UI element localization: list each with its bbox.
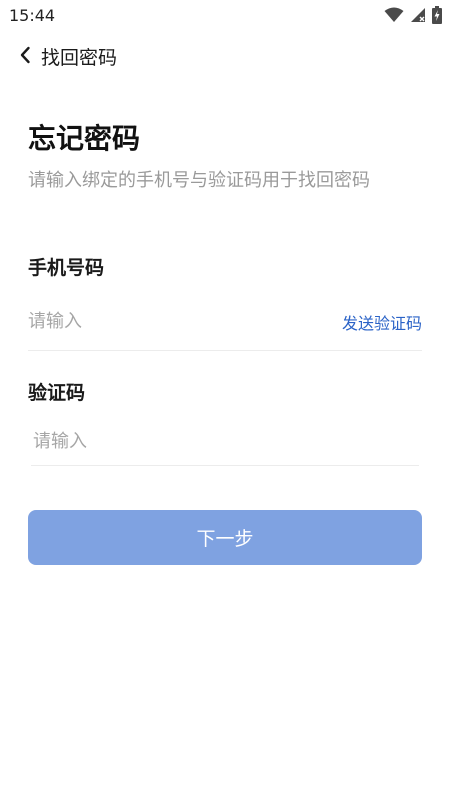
phone-divider	[28, 350, 422, 351]
signal-icon	[410, 7, 426, 27]
status-time: 15:44	[9, 6, 56, 25]
page-title: 忘记密码	[28, 122, 141, 155]
chevron-left-icon	[20, 46, 30, 64]
back-button[interactable]	[14, 42, 36, 68]
verification-code-input[interactable]	[33, 428, 418, 454]
send-code-button[interactable]: 发送验证码	[342, 310, 422, 334]
next-step-button[interactable]: 下一步	[28, 510, 422, 565]
wifi-icon	[384, 7, 404, 27]
status-bar: 15:44	[0, 0, 450, 32]
code-label: 验证码	[28, 382, 86, 404]
code-divider	[31, 465, 419, 466]
nav-title: 找回密码	[41, 47, 118, 69]
battery-icon	[432, 6, 442, 28]
phone-label: 手机号码	[28, 257, 105, 279]
nav-bar: 找回密码	[0, 36, 450, 76]
page-subtitle: 请输入绑定的手机号与验证码用于找回密码	[28, 170, 370, 191]
status-icons	[384, 6, 442, 28]
phone-input[interactable]	[28, 308, 318, 334]
